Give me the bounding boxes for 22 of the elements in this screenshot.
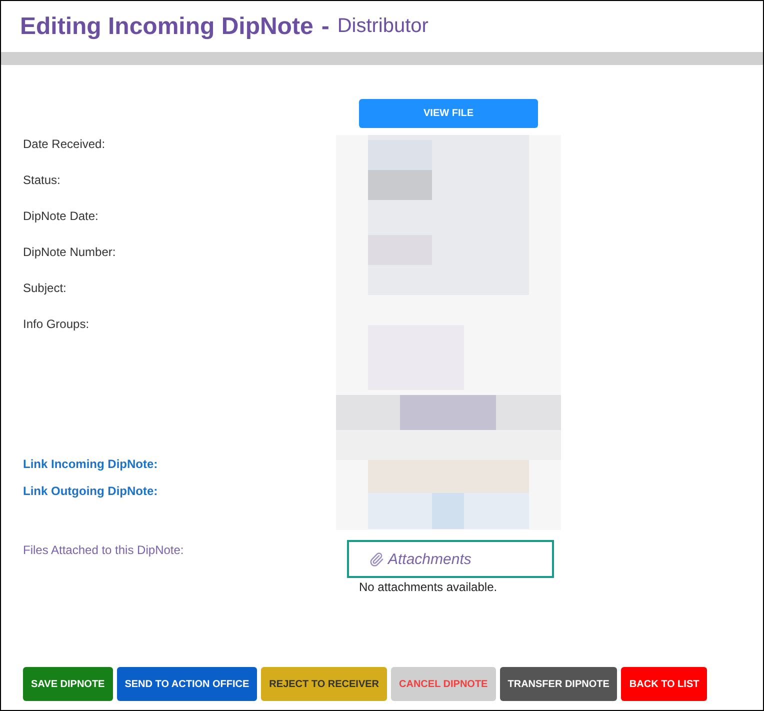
empty-message: No attachments available. <box>359 580 498 594</box>
action-button[interactable]: REJECT TO RECEIVER <box>261 667 388 701</box>
field-label: DipNote Date: <box>23 208 100 225</box>
action-button[interactable]: BACK TO LIST <box>621 667 708 701</box>
link[interactable]: Link Incoming DipNote: <box>23 451 158 478</box>
paperclip-icon <box>369 552 384 566</box>
attachments-heading: Attachments <box>388 550 472 568</box>
action-button[interactable]: CANCEL DIPNOTE <box>391 667 496 701</box>
page-subtitle: Distributor <box>337 15 428 38</box>
field-label: Status: <box>23 172 62 189</box>
field-label: Date Received: <box>23 136 106 153</box>
field-label: Info Groups: <box>23 316 90 333</box>
action-button[interactable]: SEND TO ACTION OFFICE <box>116 667 258 701</box>
link[interactable]: Link Outgoing DipNote: <box>23 478 158 505</box>
field-label: Subject: <box>23 280 68 297</box>
page-title: Editing Incoming DipNote <box>20 12 314 40</box>
view-file-button[interactable]: VIEW FILE <box>359 99 538 128</box>
action-button[interactable]: TRANSFER DIPNOTE <box>500 667 618 701</box>
files-label: Files Attached to this DipNote: <box>23 542 185 559</box>
field-label: DipNote Number: <box>23 244 117 261</box>
title-separator: - <box>321 12 330 40</box>
action-button[interactable]: SAVE DIPNOTE <box>23 667 113 701</box>
